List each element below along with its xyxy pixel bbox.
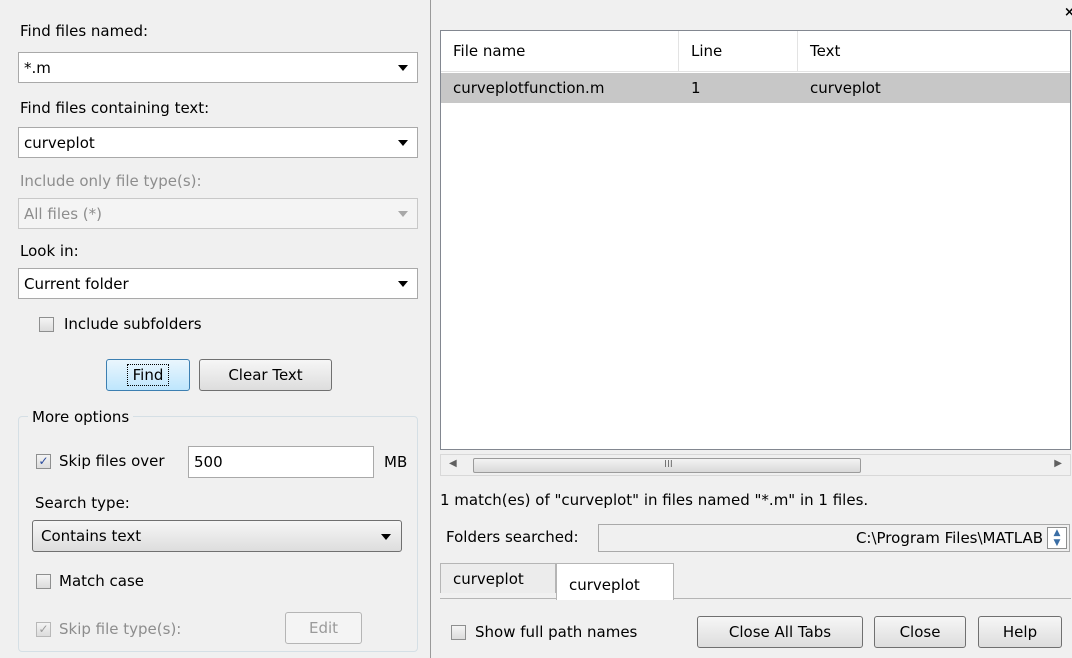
chevron-down-icon bbox=[398, 211, 408, 217]
more-options-legend: More options bbox=[28, 408, 134, 426]
result-tabs: curveplot curveplot bbox=[440, 563, 1071, 600]
edit-button-label: Edit bbox=[308, 619, 339, 637]
match-summary: 1 match(es) of "curveplot" in files name… bbox=[440, 491, 869, 509]
match-case-checkbox[interactable] bbox=[36, 574, 51, 589]
close-all-tabs-label: Close All Tabs bbox=[728, 623, 832, 641]
help-label: Help bbox=[1002, 623, 1038, 641]
include-subfolders-label: Include subfolders bbox=[64, 315, 202, 333]
search-type-select[interactable]: Contains text bbox=[32, 520, 402, 552]
file-types-label: Include only file type(s): bbox=[20, 172, 202, 190]
file-types-value: All files (*) bbox=[24, 204, 102, 223]
look-in-label: Look in: bbox=[20, 242, 79, 260]
spinner-icon[interactable]: ▲ ▼ bbox=[1047, 527, 1067, 549]
find-named-label: Find files named: bbox=[20, 22, 149, 40]
look-in-value: Current folder bbox=[24, 274, 129, 293]
skip-file-types-label: Skip file type(s): bbox=[59, 620, 182, 638]
table-row[interactable]: curveplotfunction.m 1 curveplot bbox=[441, 73, 1070, 103]
scroll-left-icon[interactable]: ◀ bbox=[449, 458, 457, 469]
tab-label: curveplot bbox=[453, 569, 524, 588]
tab-curveplot-2[interactable]: curveplot bbox=[556, 563, 674, 600]
clear-text-label: Clear Text bbox=[228, 366, 303, 384]
find-button-label: Find bbox=[126, 364, 170, 386]
close-button[interactable]: Close bbox=[874, 616, 966, 648]
horizontal-scrollbar[interactable]: ◀ III ▶ bbox=[440, 454, 1071, 476]
size-unit-label: MB bbox=[384, 453, 408, 471]
chevron-down-icon[interactable] bbox=[398, 281, 408, 287]
skip-files-over-checkbox[interactable]: ✓ bbox=[36, 454, 51, 469]
chevron-down-icon[interactable] bbox=[381, 534, 391, 540]
folders-searched-label: Folders searched: bbox=[446, 528, 579, 546]
tab-label: curveplot bbox=[569, 576, 640, 594]
help-button[interactable]: Help bbox=[978, 616, 1062, 648]
close-all-tabs-button[interactable]: Close All Tabs bbox=[697, 616, 863, 648]
scrollbar-thumb[interactable]: III bbox=[473, 458, 861, 473]
results-table: File name Line Text curveplotfunction.m … bbox=[440, 30, 1071, 450]
edit-button: Edit bbox=[285, 612, 362, 644]
chevron-down-icon[interactable] bbox=[398, 65, 408, 71]
skip-size-value: 500 bbox=[194, 453, 223, 471]
search-type-value: Contains text bbox=[41, 527, 142, 545]
folders-searched-field[interactable]: C:\Program Files\MATLAB ▲ ▼ bbox=[598, 524, 1070, 552]
containing-text-combobox[interactable]: curveplot bbox=[18, 127, 418, 158]
tab-curveplot-1[interactable]: curveplot bbox=[440, 563, 556, 593]
show-full-paths-label: Show full path names bbox=[475, 623, 638, 641]
clear-text-button[interactable]: Clear Text bbox=[199, 359, 332, 391]
search-type-label: Search type: bbox=[35, 494, 130, 512]
folders-searched-value: C:\Program Files\MATLAB bbox=[855, 529, 1043, 547]
find-named-value: *.m bbox=[24, 58, 51, 77]
show-full-paths-checkbox[interactable] bbox=[451, 625, 466, 640]
column-header-text[interactable]: Text bbox=[798, 31, 1070, 72]
containing-text-label: Find files containing text: bbox=[20, 99, 210, 117]
skip-size-input[interactable]: 500 bbox=[188, 446, 374, 478]
column-header-file-name[interactable]: File name bbox=[441, 31, 679, 72]
containing-text-value: curveplot bbox=[24, 133, 95, 152]
skip-file-types-checkbox: ✓ bbox=[36, 622, 51, 637]
chevron-down-icon[interactable] bbox=[398, 140, 408, 146]
close-icon[interactable]: × bbox=[1064, 5, 1072, 20]
find-button[interactable]: Find bbox=[106, 359, 190, 391]
cell-line: 1 bbox=[691, 79, 701, 97]
file-types-combobox: All files (*) bbox=[18, 198, 418, 229]
include-subfolders-checkbox[interactable] bbox=[39, 317, 54, 332]
find-named-combobox[interactable]: *.m bbox=[18, 52, 418, 83]
close-label: Close bbox=[899, 623, 941, 641]
skip-files-over-label: Skip files over bbox=[59, 452, 165, 470]
look-in-combobox[interactable]: Current folder bbox=[18, 268, 418, 299]
match-case-label: Match case bbox=[59, 572, 145, 590]
cell-text: curveplot bbox=[810, 79, 881, 97]
column-header-line[interactable]: Line bbox=[679, 31, 798, 72]
scroll-right-icon[interactable]: ▶ bbox=[1054, 458, 1062, 469]
scroll-grip-icon: III bbox=[664, 459, 673, 470]
cell-file-name: curveplotfunction.m bbox=[453, 79, 605, 97]
